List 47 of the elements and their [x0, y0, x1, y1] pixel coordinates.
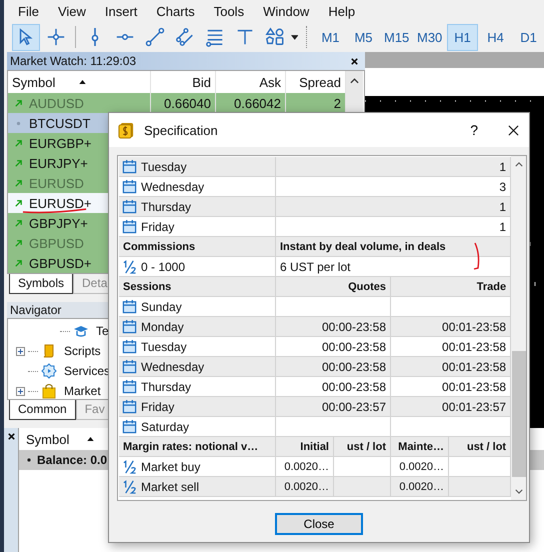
row-label: Tuesday: [141, 340, 187, 354]
symbol-name: EURGBP+: [29, 136, 92, 150]
window-title: Specification: [144, 122, 219, 138]
heading-cell: Commissions: [119, 237, 276, 256]
heading-cell: Sessions: [119, 277, 276, 296]
table-cell: 0.0020…: [276, 477, 334, 496]
heading-cell: Quotes: [276, 277, 391, 296]
table-cell: 00:00-23:57: [276, 397, 391, 416]
symbol-name: EURJPY+: [29, 156, 88, 170]
table-cell: 0.0020…: [391, 477, 449, 496]
row-label: Thursday: [141, 200, 192, 214]
row-label: Saturday: [141, 420, 190, 434]
row-label: Monday: [141, 320, 184, 334]
table-cell: 00:00-23:58: [276, 317, 391, 336]
row-label: Wednesday: [141, 360, 204, 374]
row-label: Market sell: [141, 480, 200, 494]
row-label: Tuesday: [141, 160, 187, 174]
table-cell: 00:00-23:58: [276, 377, 391, 396]
tree-item-label: Te: [96, 324, 109, 338]
row-label: Wednesday: [141, 180, 204, 194]
symbol-name: BTCUSDT: [29, 116, 90, 130]
symbol-name: AUDUSD: [29, 96, 84, 110]
panel-title: Navigator: [10, 303, 62, 317]
balance-text: Balance: 0.0: [37, 453, 108, 467]
tree-item-label: Services: [64, 364, 110, 378]
row-label: Friday: [141, 400, 174, 414]
heading-cell: Mainte…: [391, 437, 449, 456]
table-cell: 0.0020…: [276, 457, 334, 476]
symbol-name: EURUSD+: [29, 196, 92, 210]
tree-item-label: Scripts: [64, 344, 101, 358]
row-label: Market buy: [141, 460, 200, 474]
heading-cell: Initial: [276, 437, 334, 456]
heading-cell: Margin rates: notional v…: [119, 437, 276, 456]
symbol-name: GBPUSD+: [29, 256, 92, 270]
row-label: 0 - 1000: [141, 260, 186, 274]
row-label: Thursday: [141, 380, 192, 394]
symbol-name: EURUSD: [29, 176, 84, 190]
symbol-name: GBPJPY+: [29, 216, 88, 230]
tree-item-label: Market: [64, 384, 101, 398]
heading-cell: ust / lot: [334, 437, 391, 456]
table-cell: 00:00-23:58: [276, 337, 391, 356]
panel-title: Market Watch: 11:29:03: [10, 54, 136, 68]
table-cell: 0.0020…: [391, 457, 449, 476]
row-label: Sunday: [141, 300, 182, 314]
table-cell: 00:00-23:58: [276, 357, 391, 376]
row-label: Friday: [141, 220, 174, 234]
symbol-name: GBPUSD: [29, 236, 84, 250]
